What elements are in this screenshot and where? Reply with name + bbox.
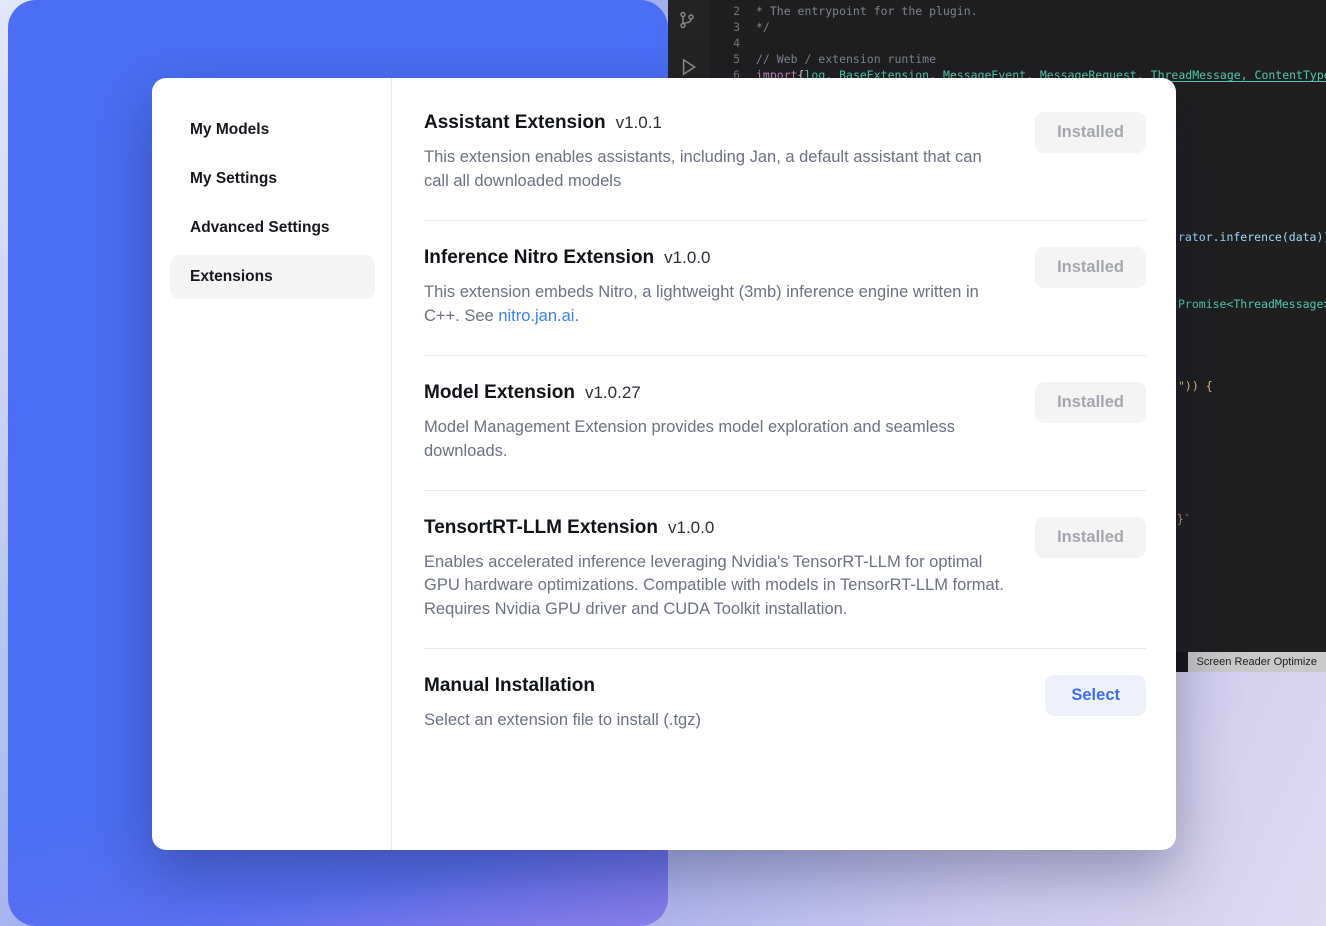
manual-installation-title: Manual Installation xyxy=(424,675,595,697)
line-number: 5 xyxy=(710,51,740,67)
select-file-button[interactable]: Select xyxy=(1045,675,1146,716)
extension-description: Enables accelerated inference leveraging… xyxy=(424,551,1009,623)
extension-title: Inference Nitro Extension xyxy=(424,247,654,269)
installed-button[interactable]: Installed xyxy=(1035,112,1146,153)
extension-version: v1.0.0 xyxy=(668,518,714,538)
sidebar-item-my-settings[interactable]: My Settings xyxy=(170,157,375,201)
code-line: 3 */ xyxy=(710,19,1326,35)
git-branch-icon[interactable] xyxy=(677,10,697,34)
extension-description: Model Management Extension provides mode… xyxy=(424,416,1009,464)
extension-row-assistant: Assistant Extension v1.0.1 This extensio… xyxy=(424,110,1146,220)
sidebar-item-extensions[interactable]: Extensions xyxy=(170,255,375,299)
extension-title: TensortRT-LLM Extension xyxy=(424,517,658,539)
extension-version: v1.0.27 xyxy=(585,383,641,403)
extension-version: v1.0.1 xyxy=(616,113,662,133)
line-number: 3 xyxy=(710,19,740,35)
extension-description: This extension enables assistants, inclu… xyxy=(424,146,1009,194)
code-line: 4 xyxy=(710,35,1326,51)
line-number: 2 xyxy=(710,3,740,19)
extension-row-tensorrt-llm: TensortRT-LLM Extension v1.0.0 Enables a… xyxy=(424,491,1146,649)
sidebar-item-advanced-settings[interactable]: Advanced Settings xyxy=(170,206,375,250)
sidebar-item-my-models[interactable]: My Models xyxy=(170,108,375,152)
extension-description: This extension embeds Nitro, a lightweig… xyxy=(424,281,1009,329)
code-line: 2 * The entrypoint for the plugin. xyxy=(710,3,1326,19)
extension-title: Assistant Extension xyxy=(424,112,606,134)
extension-version: v1.0.0 xyxy=(664,248,710,268)
code-line: 5 // Web / extension runtime xyxy=(710,51,1326,67)
installed-button[interactable]: Installed xyxy=(1035,247,1146,288)
manual-installation-description: Select an extension file to install (.tg… xyxy=(424,709,701,733)
extension-title: Model Extension xyxy=(424,382,575,404)
extensions-panel: Assistant Extension v1.0.1 This extensio… xyxy=(392,78,1176,850)
settings-modal: My Models My Settings Advanced Settings … xyxy=(152,78,1176,850)
installed-button[interactable]: Installed xyxy=(1035,382,1146,423)
settings-sidebar: My Models My Settings Advanced Settings … xyxy=(152,78,392,850)
code-fragment: rator.inference(data)); xyxy=(1178,229,1326,245)
manual-installation-row: Manual Installation Select an extension … xyxy=(424,649,1146,733)
extension-row-inference-nitro: Inference Nitro Extension v1.0.0 This ex… xyxy=(424,221,1146,355)
code-fragment: ")) { xyxy=(1178,378,1213,394)
installed-button[interactable]: Installed xyxy=(1035,517,1146,558)
code-area: 2 * The entrypoint for the plugin. 3 */ … xyxy=(710,3,1326,83)
code-fragment: Promise<ThreadMessage> xyxy=(1178,296,1326,312)
extension-row-model: Model Extension v1.0.27 Model Management… xyxy=(424,356,1146,490)
line-number: 4 xyxy=(710,35,740,51)
nitro-jan-ai-link[interactable]: nitro.jan.ai. xyxy=(498,307,579,325)
screen-reader-badge[interactable]: Screen Reader Optimize xyxy=(1188,652,1326,673)
